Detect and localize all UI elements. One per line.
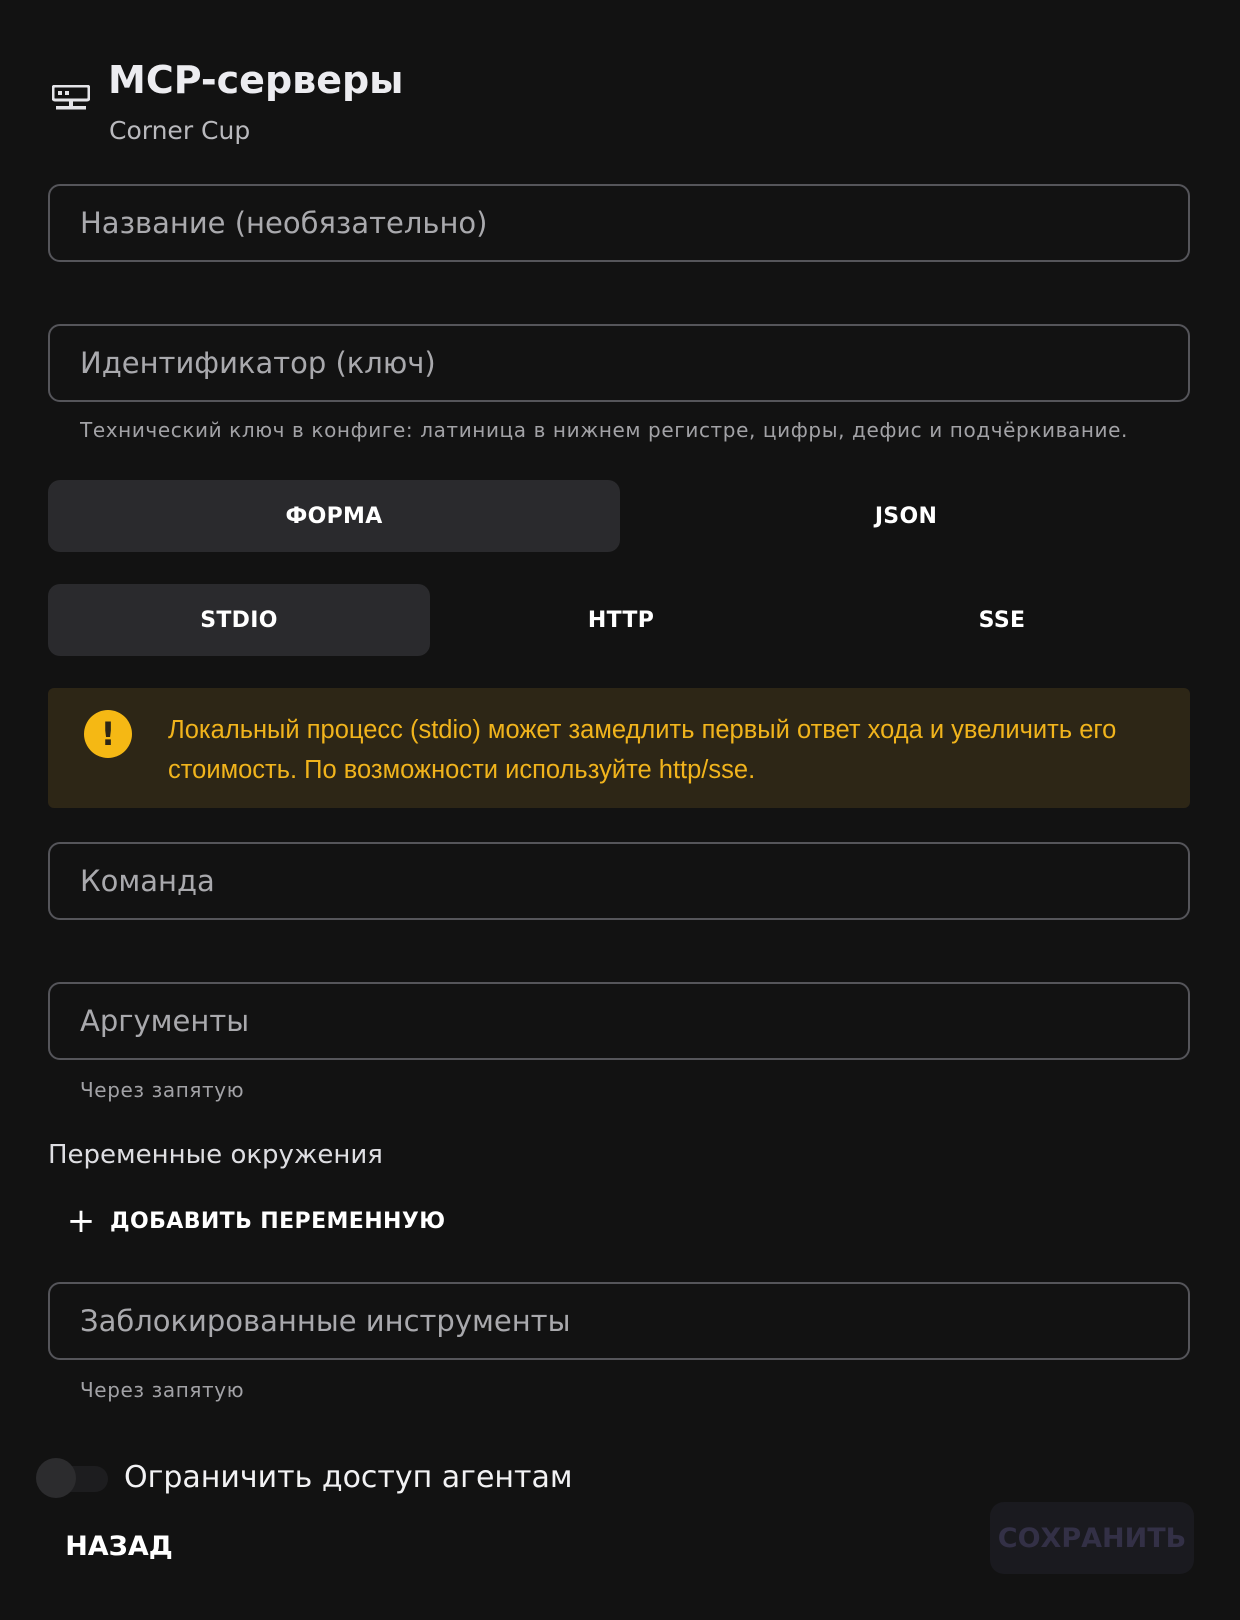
toggle-thumb <box>36 1458 76 1498</box>
restrict-agents-label: Ограничить доступ агентам <box>124 1460 573 1495</box>
add-variable-label: ДОБАВИТЬ ПЕРЕМЕННУЮ <box>110 1208 446 1234</box>
arguments-field[interactable] <box>48 982 1190 1060</box>
tab-json[interactable]: JSON <box>620 480 1192 552</box>
tab-stdio[interactable]: STDIO <box>48 584 430 656</box>
save-button[interactable]: СОХРАНИТЬ <box>990 1502 1194 1574</box>
restrict-agents-toggle[interactable] <box>34 1456 112 1500</box>
back-button[interactable]: НАЗАД <box>54 1516 184 1576</box>
blocked-tools-helper-text: Через запятую <box>80 1378 245 1402</box>
exclamation-icon: ! <box>84 710 132 758</box>
command-input[interactable] <box>50 844 1188 918</box>
tab-form[interactable]: ФОРМА <box>48 480 620 552</box>
command-field[interactable] <box>48 842 1190 920</box>
plus-icon: + <box>66 1201 96 1241</box>
blocked-tools-input[interactable] <box>50 1284 1188 1358</box>
identifier-helper-text: Технический ключ в конфиге: латиница в н… <box>80 418 1128 442</box>
server-icon <box>51 84 91 113</box>
add-variable-button[interactable]: + ДОБАВИТЬ ПЕРЕМЕННУЮ <box>66 1196 445 1246</box>
page-title: MCP-серверы <box>108 58 404 102</box>
name-field[interactable] <box>48 184 1190 262</box>
identifier-input[interactable] <box>50 326 1188 400</box>
blocked-tools-field[interactable] <box>48 1282 1190 1360</box>
name-input[interactable] <box>50 186 1188 260</box>
arguments-helper-text: Через запятую <box>80 1078 245 1102</box>
env-vars-label: Переменные окружения <box>48 1140 383 1170</box>
tab-sse[interactable]: SSE <box>812 584 1192 656</box>
stdio-warning-alert: ! Локальный процесс (stdio) может замедл… <box>48 688 1190 808</box>
alert-message: Локальный процесс (stdio) может замедлит… <box>168 716 1117 784</box>
page-subtitle: Corner Cup <box>109 116 251 145</box>
identifier-field[interactable] <box>48 324 1190 402</box>
arguments-input[interactable] <box>50 984 1188 1058</box>
tab-http[interactable]: HTTP <box>430 584 812 656</box>
